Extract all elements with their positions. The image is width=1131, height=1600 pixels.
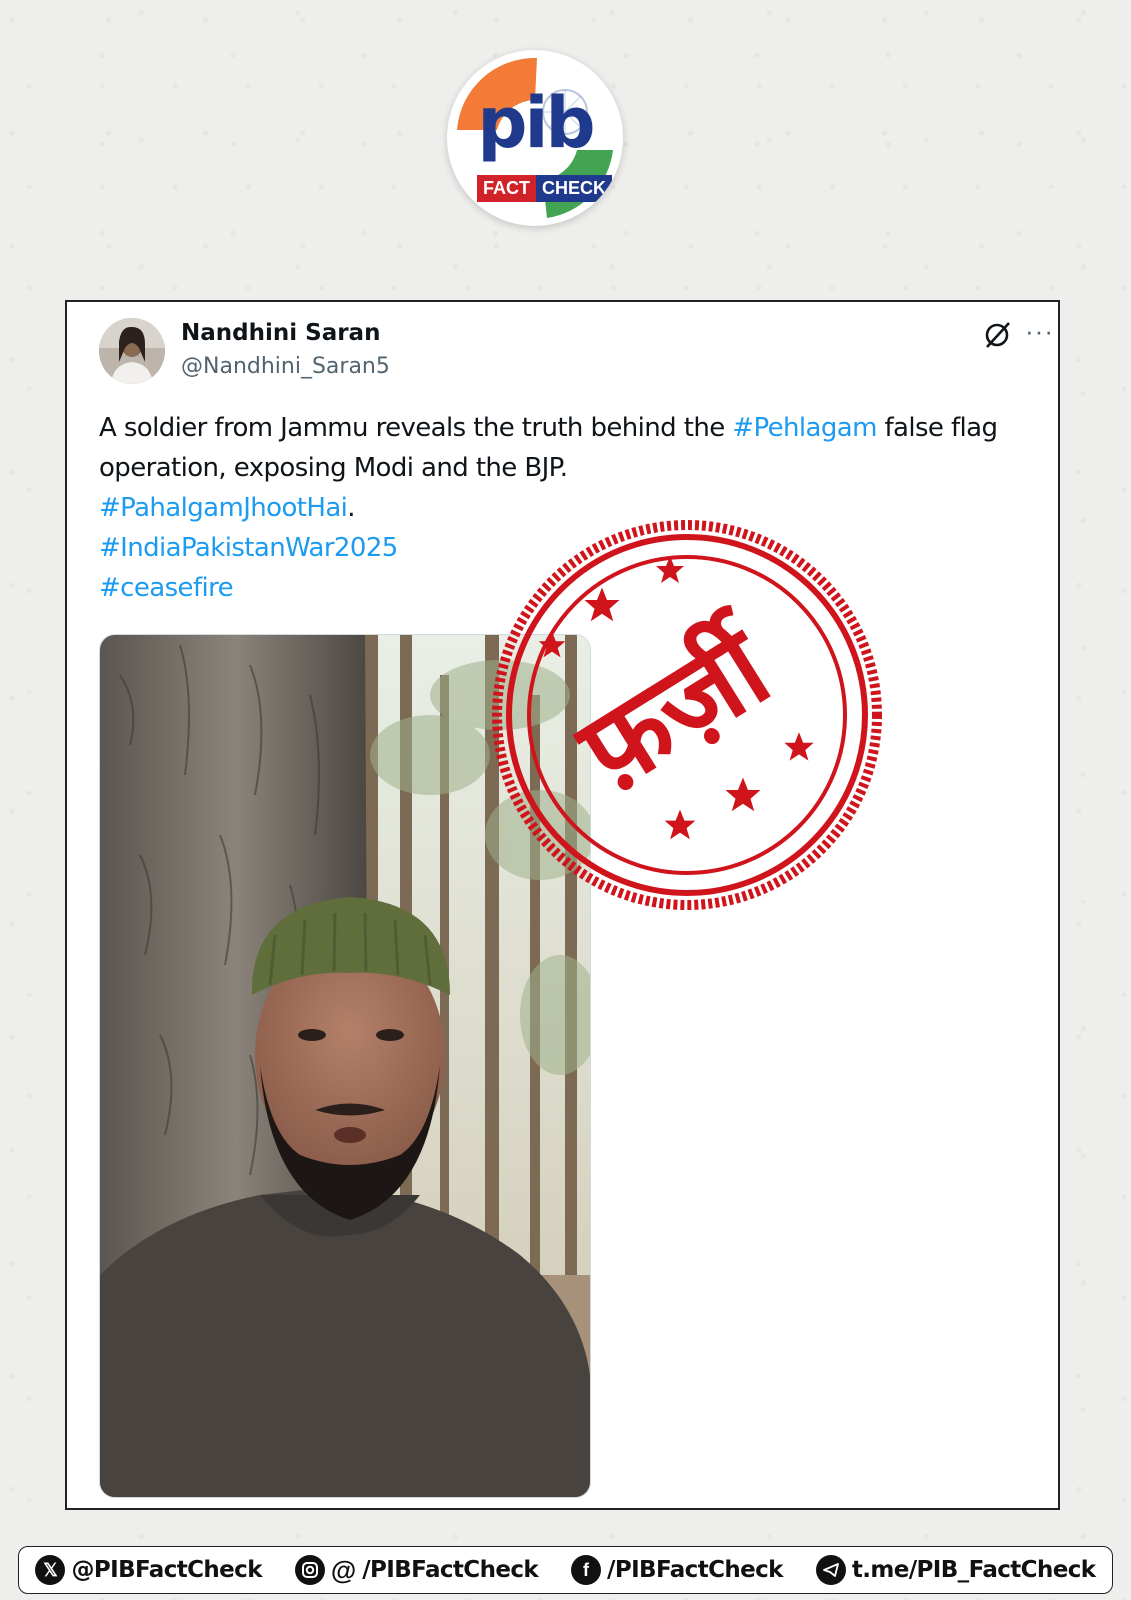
tweet-text-part1: A soldier from Jammu reveals the truth b… bbox=[99, 413, 733, 443]
more-options-icon[interactable]: ··· bbox=[1025, 316, 1054, 347]
fake-stamp: फ़र्ज़ी bbox=[492, 520, 882, 910]
user-handle[interactable]: @Nandhini_Saran5 bbox=[181, 354, 390, 379]
tweet-text-part2: false flag bbox=[876, 413, 998, 443]
grok-icon[interactable] bbox=[982, 320, 1012, 350]
footer-facebook-link[interactable]: f /PIBFactCheck bbox=[571, 1555, 783, 1585]
footer-facebook-handle: /PIBFactCheck bbox=[607, 1557, 783, 1583]
x-logo-icon: 𝕏 bbox=[35, 1555, 66, 1585]
pib-fact-check-logo: pib FACT CHECK bbox=[447, 50, 623, 226]
footer-telegram-link[interactable]: t.me/PIB_FactCheck bbox=[815, 1555, 1096, 1585]
logo-fact-check-banner: FACT CHECK bbox=[477, 175, 613, 202]
logo-fact-label: FACT bbox=[477, 175, 536, 202]
footer-insta-threads-handle: /PIBFactCheck bbox=[362, 1557, 539, 1583]
stamp-star-icon bbox=[664, 809, 696, 840]
hashtag-jhoot-suffix: . bbox=[347, 493, 355, 523]
footer-instagram-threads-link[interactable]: @ /PIBFactCheck bbox=[294, 1554, 539, 1586]
user-display-name[interactable]: Nandhini Saran bbox=[181, 320, 380, 346]
footer-x-handle: @PIBFactCheck bbox=[71, 1557, 262, 1583]
facebook-icon: f bbox=[571, 1555, 602, 1585]
stamp-star-icon bbox=[725, 777, 761, 812]
footer-telegram-link-text: t.me/PIB_FactCheck bbox=[851, 1557, 1096, 1583]
social-footer: 𝕏 @PIBFactCheck @ /PIBFactCheck f /PIBFa… bbox=[18, 1546, 1113, 1594]
logo-pib-text: pib bbox=[477, 82, 595, 164]
avatar[interactable] bbox=[99, 318, 165, 384]
footer-x-link[interactable]: 𝕏 @PIBFactCheck bbox=[35, 1555, 263, 1585]
hashtag-pahalgam-jhoot-hai[interactable]: #PahalgamJhootHai bbox=[99, 493, 348, 523]
stamp-label: फ़र्ज़ी bbox=[556, 600, 797, 817]
stamp-star-icon bbox=[784, 732, 814, 761]
hashtag-pehlagam[interactable]: #Pehlagam bbox=[732, 413, 877, 443]
instagram-icon bbox=[294, 1555, 325, 1585]
threads-icon: @ bbox=[330, 1554, 357, 1585]
tweet-text-line2: operation, exposing Modi and the BJP. bbox=[99, 453, 568, 483]
logo-check-label: CHECK bbox=[536, 175, 613, 202]
telegram-icon bbox=[815, 1555, 846, 1585]
